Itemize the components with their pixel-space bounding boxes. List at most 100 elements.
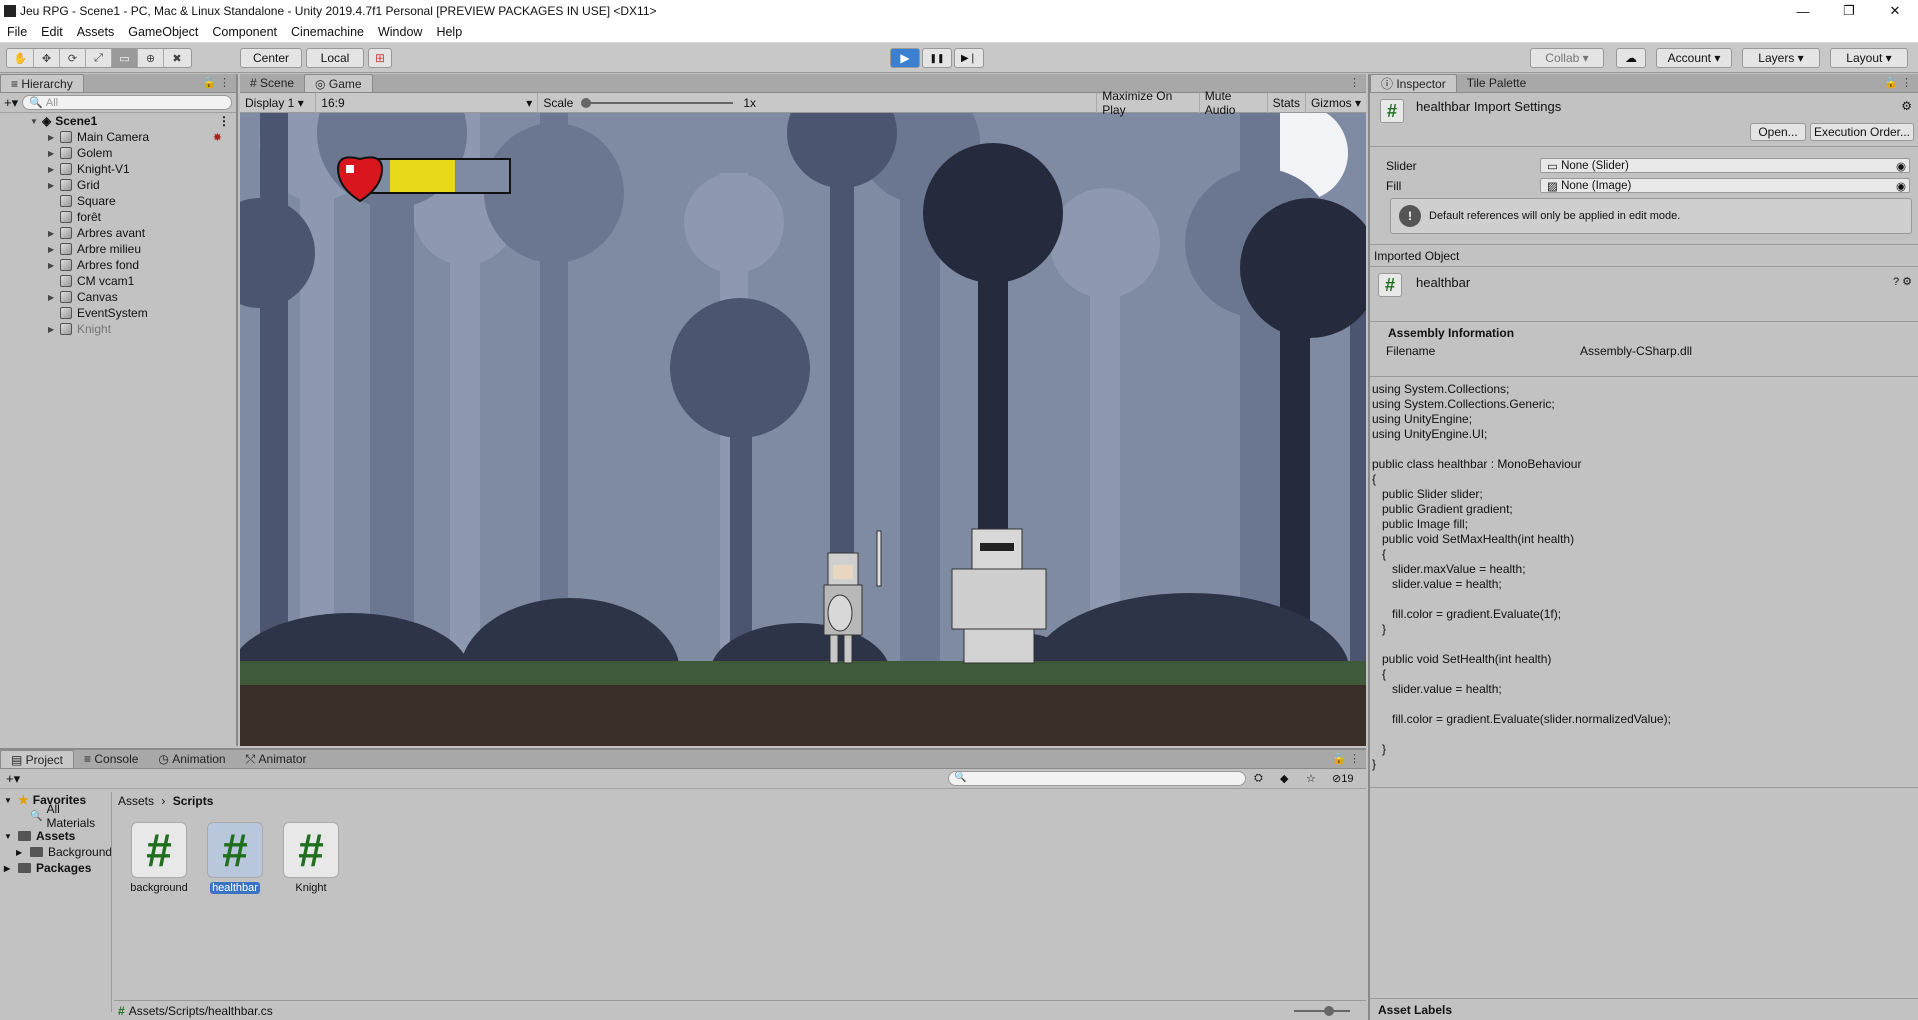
expand-arrow-icon[interactable]: ▼ (4, 796, 18, 805)
breadcrumb-assets[interactable]: Assets (118, 794, 154, 808)
pivot-center-button[interactable]: Center (240, 48, 302, 68)
tab-scene[interactable]: # Scene (240, 74, 304, 92)
step-button[interactable]: ▶❘ (954, 48, 984, 68)
hierarchy-item[interactable]: EventSystem (0, 305, 236, 321)
minimize-button[interactable]: — (1780, 0, 1826, 22)
snap-icon[interactable]: ⊞ (368, 48, 392, 68)
menu-gameobject[interactable]: GameObject (121, 25, 205, 39)
help-gear-icon[interactable]: ? ⚙ (1893, 275, 1912, 288)
expand-arrow-icon[interactable]: ▶ (48, 293, 60, 302)
close-button[interactable]: ✕ (1872, 0, 1918, 22)
transform-tool-icon[interactable]: ⊕ (138, 49, 164, 67)
collab-dropdown[interactable]: Collab ▾ (1530, 48, 1604, 68)
expand-arrow-icon[interactable]: ▶ (4, 864, 18, 873)
hierarchy-item[interactable]: forêt (0, 209, 236, 225)
menu-assets[interactable]: Assets (70, 25, 122, 39)
open-button[interactable]: Open... (1750, 123, 1806, 141)
scene-row[interactable]: ▼ ◈ Scene1 ⋮ (0, 113, 236, 129)
filter-label-icon[interactable]: ◆ (1280, 772, 1288, 785)
slider-object-field[interactable]: ▭ None (Slider) ◉ (1540, 158, 1910, 173)
object-picker-icon[interactable]: ◉ (1896, 159, 1906, 173)
hidden-count[interactable]: ⊘19 (1332, 772, 1353, 785)
packages-row[interactable]: ▶ Packages (0, 860, 111, 876)
hierarchy-item[interactable]: ▶ Golem (0, 145, 236, 161)
favorite-item[interactable]: 🔍All Models (95, 808, 111, 824)
menu-file[interactable]: File (0, 25, 34, 39)
menu-help[interactable]: Help (429, 25, 469, 39)
hierarchy-item[interactable]: ▶ Canvas (0, 289, 236, 305)
settings-gear-icon[interactable]: ⚙ (1901, 99, 1912, 113)
expand-arrow-icon[interactable]: ▼ (4, 832, 18, 841)
object-picker-icon[interactable]: ◉ (1896, 179, 1906, 193)
tab-game[interactable]: ◎ Game (304, 74, 373, 92)
menu-cinemachine[interactable]: Cinemachine (284, 25, 371, 39)
asset-file-item[interactable]: # background (126, 822, 192, 894)
create-icon[interactable]: +▾ (4, 95, 18, 111)
layers-dropdown[interactable]: Layers ▾ (1742, 48, 1820, 68)
tab-project[interactable]: ▤ Project (0, 750, 75, 768)
inspector-lock-icon[interactable]: 🔒 ⋮ (1884, 76, 1912, 89)
hierarchy-item[interactable]: ▶ Arbres fond (0, 257, 236, 273)
hierarchy-item[interactable]: Square (0, 193, 236, 209)
favorite-item[interactable]: 🔍 All Materials (0, 802, 95, 830)
menu-window[interactable]: Window (371, 25, 429, 39)
display-dropdown[interactable]: Display 1 ▾ (240, 92, 317, 113)
assets-root-row[interactable]: ▼ Assets (0, 828, 111, 844)
hierarchy-item[interactable]: ▶ Grid (0, 177, 236, 193)
menu-edit[interactable]: Edit (34, 25, 70, 39)
tab-hierarchy[interactable]: ≡ Hierarchy (0, 74, 84, 92)
cloud-icon[interactable]: ☁ (1616, 48, 1646, 68)
rotate-tool-icon[interactable]: ⟳ (60, 49, 86, 67)
hierarchy-item[interactable]: ▶ Main Camera ✸ (0, 129, 236, 145)
project-search-input[interactable]: 🔍 (948, 771, 1246, 786)
hierarchy-item[interactable]: ▶ Knight-V1 (0, 161, 236, 177)
scale-slider[interactable]: Scale 1x (538, 92, 1098, 113)
play-button[interactable]: ▶ (890, 48, 920, 68)
hierarchy-item[interactable]: CM vcam1 (0, 273, 236, 289)
game-menu-icon[interactable]: ⋮ (1349, 76, 1360, 89)
expand-arrow-icon[interactable]: ▶ (48, 133, 60, 142)
stats-toggle[interactable]: Stats (1268, 92, 1306, 113)
tab-animation[interactable]: ◷ Animation (148, 750, 235, 768)
asset-file-item[interactable]: # Knight (278, 822, 344, 894)
menu-component[interactable]: Component (205, 25, 284, 39)
hierarchy-item[interactable]: ▶ Arbre milieu (0, 241, 236, 257)
pivot-local-button[interactable]: Local (306, 48, 364, 68)
icon-size-slider[interactable] (1294, 1005, 1350, 1016)
expand-arrow-icon[interactable]: ▶ (48, 325, 60, 334)
scale-tool-icon[interactable]: ⤢ (86, 49, 112, 67)
tab-console[interactable]: ≡ Console (74, 750, 148, 768)
aspect-dropdown[interactable]: 16:9 ▾ (316, 92, 539, 113)
mute-audio-toggle[interactable]: Mute Audio (1200, 89, 1268, 117)
asset-file-item[interactable]: # healthbar (202, 822, 268, 894)
maximize-on-play-toggle[interactable]: Maximize On Play (1097, 89, 1200, 117)
expand-arrow-icon[interactable]: ▶ (48, 181, 60, 190)
execution-order-button[interactable]: Execution Order... (1810, 123, 1914, 141)
expand-arrow-icon[interactable]: ▶ (48, 149, 60, 158)
tab-animator[interactable]: ⤲ Animator (236, 750, 317, 768)
project-lock-icon[interactable]: 🔒 ⋮ (1332, 752, 1360, 765)
account-dropdown[interactable]: Account ▾ (1656, 48, 1732, 68)
hierarchy-item[interactable]: ▶ Arbres avant (0, 225, 236, 241)
game-viewport[interactable] (240, 113, 1366, 746)
asset-labels-header[interactable]: Asset Labels (1370, 998, 1918, 1020)
filter-type-icon[interactable]: ⛭ (1254, 772, 1263, 785)
favorite-star-icon[interactable]: ☆ (1306, 772, 1316, 785)
asset-folder-item[interactable]: ▶ Backgrounds (0, 844, 111, 860)
expand-arrow-icon[interactable]: ▼ (30, 117, 42, 126)
pause-button[interactable]: ❚❚ (922, 48, 952, 68)
expand-arrow-icon[interactable]: ▶ (48, 245, 60, 254)
project-create-icon[interactable]: +▾ (6, 771, 20, 787)
breadcrumb-scripts[interactable]: Scripts (173, 794, 214, 808)
scene-menu-icon[interactable]: ⋮ (218, 114, 230, 128)
gizmos-dropdown[interactable]: Gizmos ▾ (1306, 93, 1366, 113)
tab-tile-palette[interactable]: Tile Palette (1457, 74, 1537, 92)
hand-tool-icon[interactable]: ✋ (8, 49, 34, 67)
maximize-button[interactable]: ❐ (1826, 0, 1872, 22)
hierarchy-search-input[interactable]: 🔍 All (22, 95, 232, 110)
fill-object-field[interactable]: ▨ None (Image) ◉ (1540, 178, 1910, 193)
tab-inspector[interactable]: ⓘ Inspector (1370, 74, 1457, 92)
expand-arrow-icon[interactable]: ▶ (16, 848, 30, 857)
custom-tool-icon[interactable]: ✖ (164, 49, 190, 67)
move-tool-icon[interactable]: ✥ (34, 49, 60, 67)
